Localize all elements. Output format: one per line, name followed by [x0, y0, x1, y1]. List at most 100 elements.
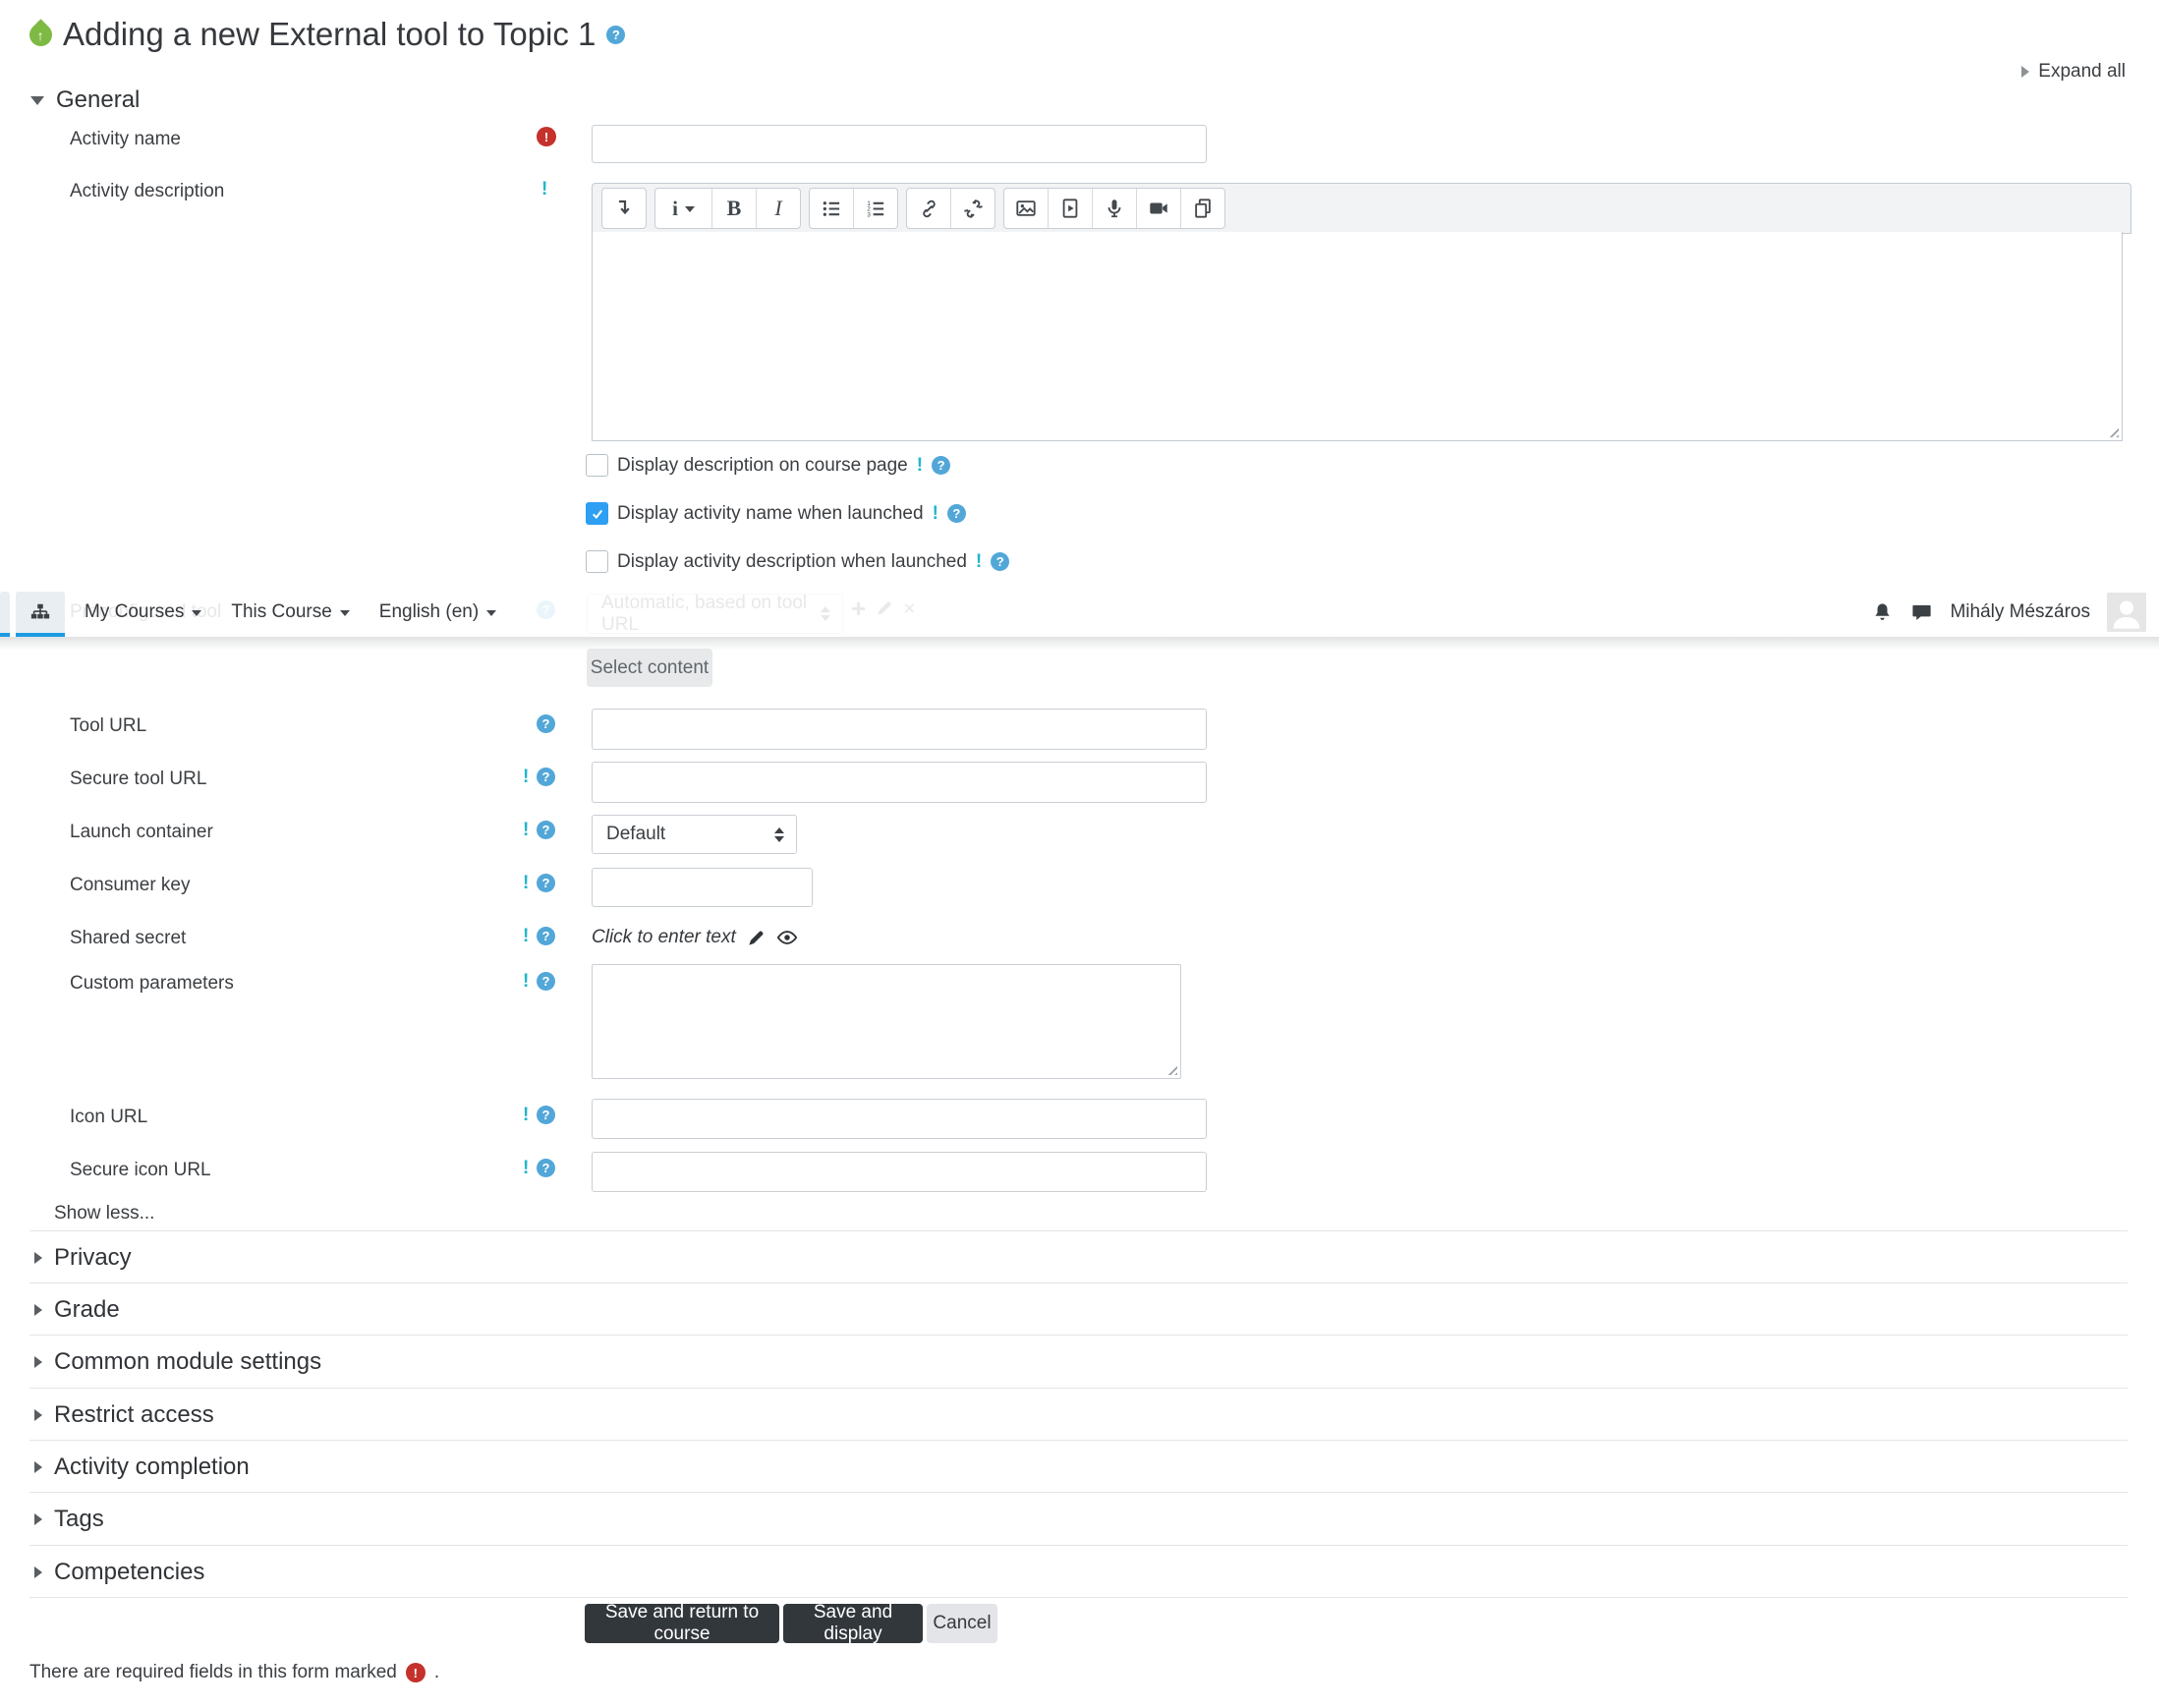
italic-icon: I	[774, 196, 782, 220]
edit-pencil-icon[interactable]	[747, 929, 766, 947]
help-icon[interactable]: ?	[537, 768, 555, 786]
launch-container-value: Default	[606, 824, 666, 844]
activity-name-label: Activity name	[70, 129, 181, 149]
collapse-triangle-icon	[30, 95, 44, 105]
secure-tool-url-input[interactable]	[592, 762, 1207, 803]
section-general-header[interactable]: General	[30, 86, 140, 114]
nav-this-course-menu[interactable]: This Course	[231, 601, 350, 623]
advanced-field-icon: !	[523, 971, 530, 992]
unlink-button[interactable]	[950, 189, 994, 228]
display-activity-name-checkbox[interactable]	[586, 502, 608, 525]
section-grade-header[interactable]: Grade	[34, 1296, 120, 1324]
user-avatar[interactable]	[2107, 593, 2146, 632]
sitemap-icon	[30, 603, 50, 619]
ordered-list-button[interactable]: 123	[853, 189, 897, 228]
divider	[29, 1492, 2128, 1493]
shared-secret-placeholder[interactable]: Click to enter text	[592, 927, 736, 948]
advanced-field-icon: !	[523, 767, 530, 787]
nav-language-menu[interactable]: English (en)	[379, 601, 497, 623]
show-secret-eye-icon[interactable]	[776, 927, 798, 948]
unordered-list-button[interactable]	[810, 189, 853, 228]
section-restrict-access-header[interactable]: Restrict access	[34, 1401, 214, 1429]
help-icon[interactable]: ?	[932, 456, 951, 475]
title-help-icon[interactable]: ?	[606, 25, 626, 44]
media-file-icon	[1062, 199, 1078, 218]
editor-toolbar: i B I 123	[592, 183, 2131, 234]
svg-text:3: 3	[867, 211, 871, 218]
required-note-text: There are required fields in this form m…	[29, 1662, 397, 1682]
display-activity-description-checkbox[interactable]	[586, 550, 608, 573]
numbered-list-icon: 123	[867, 199, 883, 218]
required-icon: !	[537, 127, 556, 146]
expand-all-link[interactable]: Expand all	[2021, 61, 2126, 83]
help-icon[interactable]: ?	[537, 1159, 555, 1177]
section-common-module-settings-header[interactable]: Common module settings	[34, 1348, 321, 1376]
nav-my-courses-menu[interactable]: My Courses	[85, 601, 202, 623]
save-and-display-button[interactable]: Save and display	[783, 1602, 923, 1644]
secure-icon-url-input[interactable]	[592, 1152, 1207, 1192]
help-icon[interactable]: ?	[537, 972, 555, 991]
consumer-key-input[interactable]	[592, 868, 813, 907]
checkbox-label: Display activity name when launched	[617, 502, 924, 524]
external-tool-form-page: ↑ Adding a new External tool to Topic 1 …	[0, 0, 2159, 1708]
editor-resize-handle[interactable]	[2106, 425, 2119, 437]
user-name[interactable]: Mihály Mészáros	[1950, 601, 2090, 623]
section-tags-header[interactable]: Tags	[34, 1506, 104, 1533]
navbar-shadow	[0, 637, 2159, 651]
course-structure-tab[interactable]	[16, 592, 65, 637]
launch-container-select[interactable]: Default	[592, 815, 797, 854]
manage-files-button[interactable]	[1180, 189, 1224, 228]
tool-url-input[interactable]	[592, 709, 1207, 750]
insert-image-button[interactable]	[1004, 189, 1048, 228]
expand-triangle-icon	[34, 1513, 42, 1525]
save-and-return-button[interactable]: Save and return to course	[585, 1602, 779, 1644]
cancel-button[interactable]: Cancel	[927, 1604, 997, 1643]
help-icon[interactable]: ?	[946, 504, 966, 523]
help-icon[interactable]: ?	[991, 552, 1010, 571]
help-icon[interactable]: ?	[537, 821, 555, 839]
notifications-bell-icon[interactable]	[1871, 601, 1894, 624]
section-label: Competencies	[54, 1559, 205, 1585]
record-video-button[interactable]	[1136, 189, 1180, 228]
textarea-resize-handle[interactable]	[1165, 1062, 1177, 1075]
divider	[29, 1440, 2128, 1441]
messages-chat-icon[interactable]	[1910, 601, 1933, 624]
text-styles-dropdown[interactable]: i	[655, 189, 711, 228]
checkbox-label: Display activity description when launch…	[617, 550, 967, 572]
display-description-checkbox[interactable]	[586, 454, 608, 477]
required-note-period: .	[433, 1662, 440, 1682]
record-audio-button[interactable]	[1092, 189, 1136, 228]
divider	[29, 1388, 2128, 1389]
section-competencies-header[interactable]: Competencies	[34, 1559, 204, 1586]
navbar-edge-tab[interactable]	[0, 592, 10, 637]
select-content-button[interactable]: Select content	[587, 649, 712, 687]
advanced-field-icon: !	[523, 873, 530, 893]
activity-description-label: Activity description	[70, 181, 225, 201]
image-icon	[1016, 200, 1036, 216]
page-title-row: ↑ Adding a new External tool to Topic 1 …	[25, 16, 626, 53]
secure-tool-url-label: Secure tool URL	[70, 769, 207, 789]
shared-secret-label: Shared secret	[70, 928, 187, 948]
bold-button[interactable]: B	[711, 189, 756, 228]
expand-triangle-icon	[34, 1566, 42, 1578]
activity-description-editor[interactable]	[592, 232, 2123, 441]
insert-media-button[interactable]	[1048, 189, 1092, 228]
link-button[interactable]	[907, 189, 950, 228]
help-icon[interactable]: ?	[537, 1106, 555, 1124]
expand-triangle-icon	[34, 1461, 42, 1473]
activity-name-input[interactable]	[592, 125, 1207, 163]
show-less-link[interactable]: Show less...	[54, 1203, 154, 1224]
help-icon[interactable]: ?	[537, 927, 555, 945]
expand-triangle-icon	[34, 1409, 42, 1421]
help-icon[interactable]: ?	[537, 714, 555, 733]
advanced-field-icon: !	[932, 503, 938, 524]
custom-parameters-textarea[interactable]	[592, 964, 1181, 1079]
section-activity-completion-header[interactable]: Activity completion	[34, 1453, 250, 1481]
toolbar-group-collapse	[601, 188, 647, 229]
section-privacy-header[interactable]: Privacy	[34, 1244, 132, 1272]
italic-button[interactable]: I	[756, 189, 800, 228]
required-icon: !	[405, 1663, 426, 1682]
icon-url-input[interactable]	[592, 1099, 1207, 1139]
collapse-toolbar-button[interactable]	[602, 189, 646, 228]
help-icon[interactable]: ?	[537, 874, 555, 892]
